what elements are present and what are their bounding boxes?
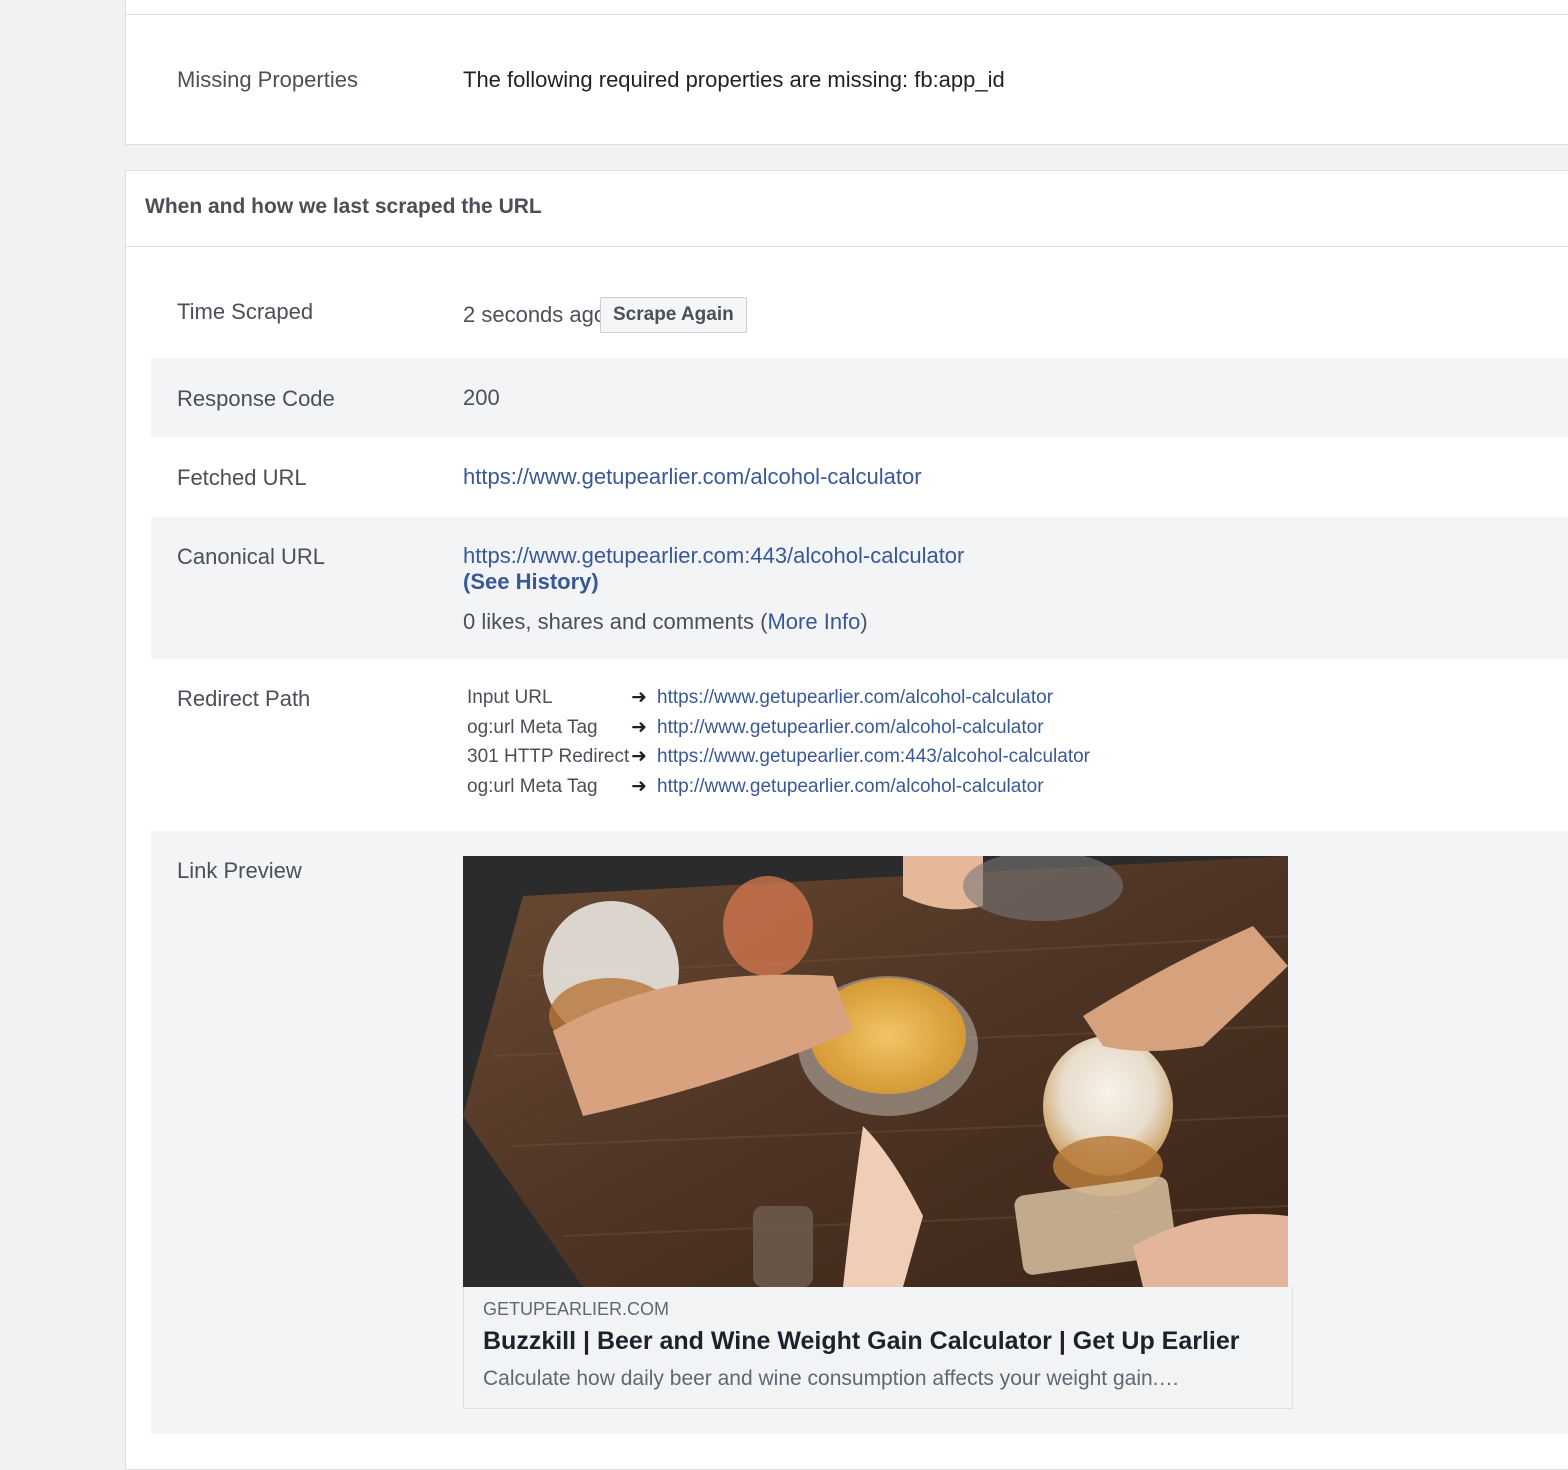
redirect-step-url[interactable]: http://www.getupearlier.com/alcohol-calc… xyxy=(657,717,1044,739)
scrape-info-panel: When and how we last scraped the URL Tim… xyxy=(125,170,1568,1470)
fetched-url-link[interactable]: https://www.getupearlier.com/alcohol-cal… xyxy=(463,464,922,490)
redirect-step-type: og:url Meta Tag xyxy=(467,716,598,738)
time-scraped-label: Time Scraped xyxy=(177,299,314,324)
redirect-step-url[interactable]: https://www.getupearlier.com/alcohol-cal… xyxy=(657,687,1053,709)
missing-properties-value: The following required properties are mi… xyxy=(463,67,1005,92)
see-history-link[interactable]: (See History) xyxy=(463,569,599,595)
panel-header: When and how we last scraped the URL xyxy=(126,171,1568,247)
preview-title: Buzzkill | Beer and Wine Weight Gain Cal… xyxy=(483,1327,1240,1355)
preview-domain: GETUPEARLIER.COM xyxy=(483,1299,670,1319)
time-scraped-value: 2 seconds ago xyxy=(463,302,607,327)
preview-image[interactable] xyxy=(463,856,1288,1287)
panel-divider xyxy=(126,14,1568,15)
fetched-url-label: Fetched URL xyxy=(177,465,307,490)
preview-meta[interactable]: GETUPEARLIER.COM Buzzkill | Beer and Win… xyxy=(463,1287,1293,1409)
missing-properties-label: Missing Properties xyxy=(177,67,358,92)
row-fetched-url: Fetched URL https://www.getupearlier.com… xyxy=(151,437,1568,517)
engagement-count: 0 likes, shares and comments ( xyxy=(463,609,768,634)
more-info-link[interactable]: More Info xyxy=(767,609,860,634)
redirect-step-type: 301 HTTP Redirect xyxy=(467,746,630,768)
right-arrow-icon: ➜ xyxy=(631,776,647,798)
scrape-again-button[interactable]: Scrape Again xyxy=(600,297,747,333)
preview-description: Calculate how daily beer and wine consum… xyxy=(483,1367,1180,1390)
row-canonical-url: Canonical URL https://www.getupearlier.c… xyxy=(151,517,1568,659)
redirect-step-type: og:url Meta Tag xyxy=(467,776,598,798)
engagement-text: 0 likes, shares and comments (More Info) xyxy=(463,609,868,635)
redirect-step-url[interactable]: http://www.getupearlier.com/alcohol-calc… xyxy=(657,776,1044,798)
missing-properties-panel: Missing Properties The following require… xyxy=(125,0,1568,145)
row-response-code: Response Code 200 xyxy=(151,358,1568,437)
right-arrow-icon: ➜ xyxy=(631,716,647,738)
link-preview-label: Link Preview xyxy=(177,858,302,883)
row-link-preview: Link Preview GETUPEARLIER.COM Buzzkill |… xyxy=(151,831,1568,1434)
redirect-step-url[interactable]: https://www.getupearlier.com:443/alcohol… xyxy=(657,746,1090,768)
canonical-url-label: Canonical URL xyxy=(177,544,325,569)
right-arrow-icon: ➜ xyxy=(631,687,647,708)
row-redirect-path: Redirect Path Input URL ➜ https://www.ge… xyxy=(151,659,1568,831)
redirect-path-label: Redirect Path xyxy=(177,686,311,711)
response-code-label: Response Code xyxy=(177,386,335,411)
right-arrow-icon: ➜ xyxy=(631,746,647,768)
response-code-value: 200 xyxy=(463,385,500,410)
engagement-close: ) xyxy=(860,609,868,634)
redirect-step-type: Input URL xyxy=(467,687,553,708)
canonical-url-link[interactable]: https://www.getupearlier.com:443/alcohol… xyxy=(463,543,964,569)
panel-title: When and how we last scraped the URL xyxy=(145,195,542,218)
row-time-scraped: Time Scraped 2 seconds ago xyxy=(151,247,1568,358)
link-preview-card[interactable]: GETUPEARLIER.COM Buzzkill | Beer and Win… xyxy=(463,856,1293,1409)
